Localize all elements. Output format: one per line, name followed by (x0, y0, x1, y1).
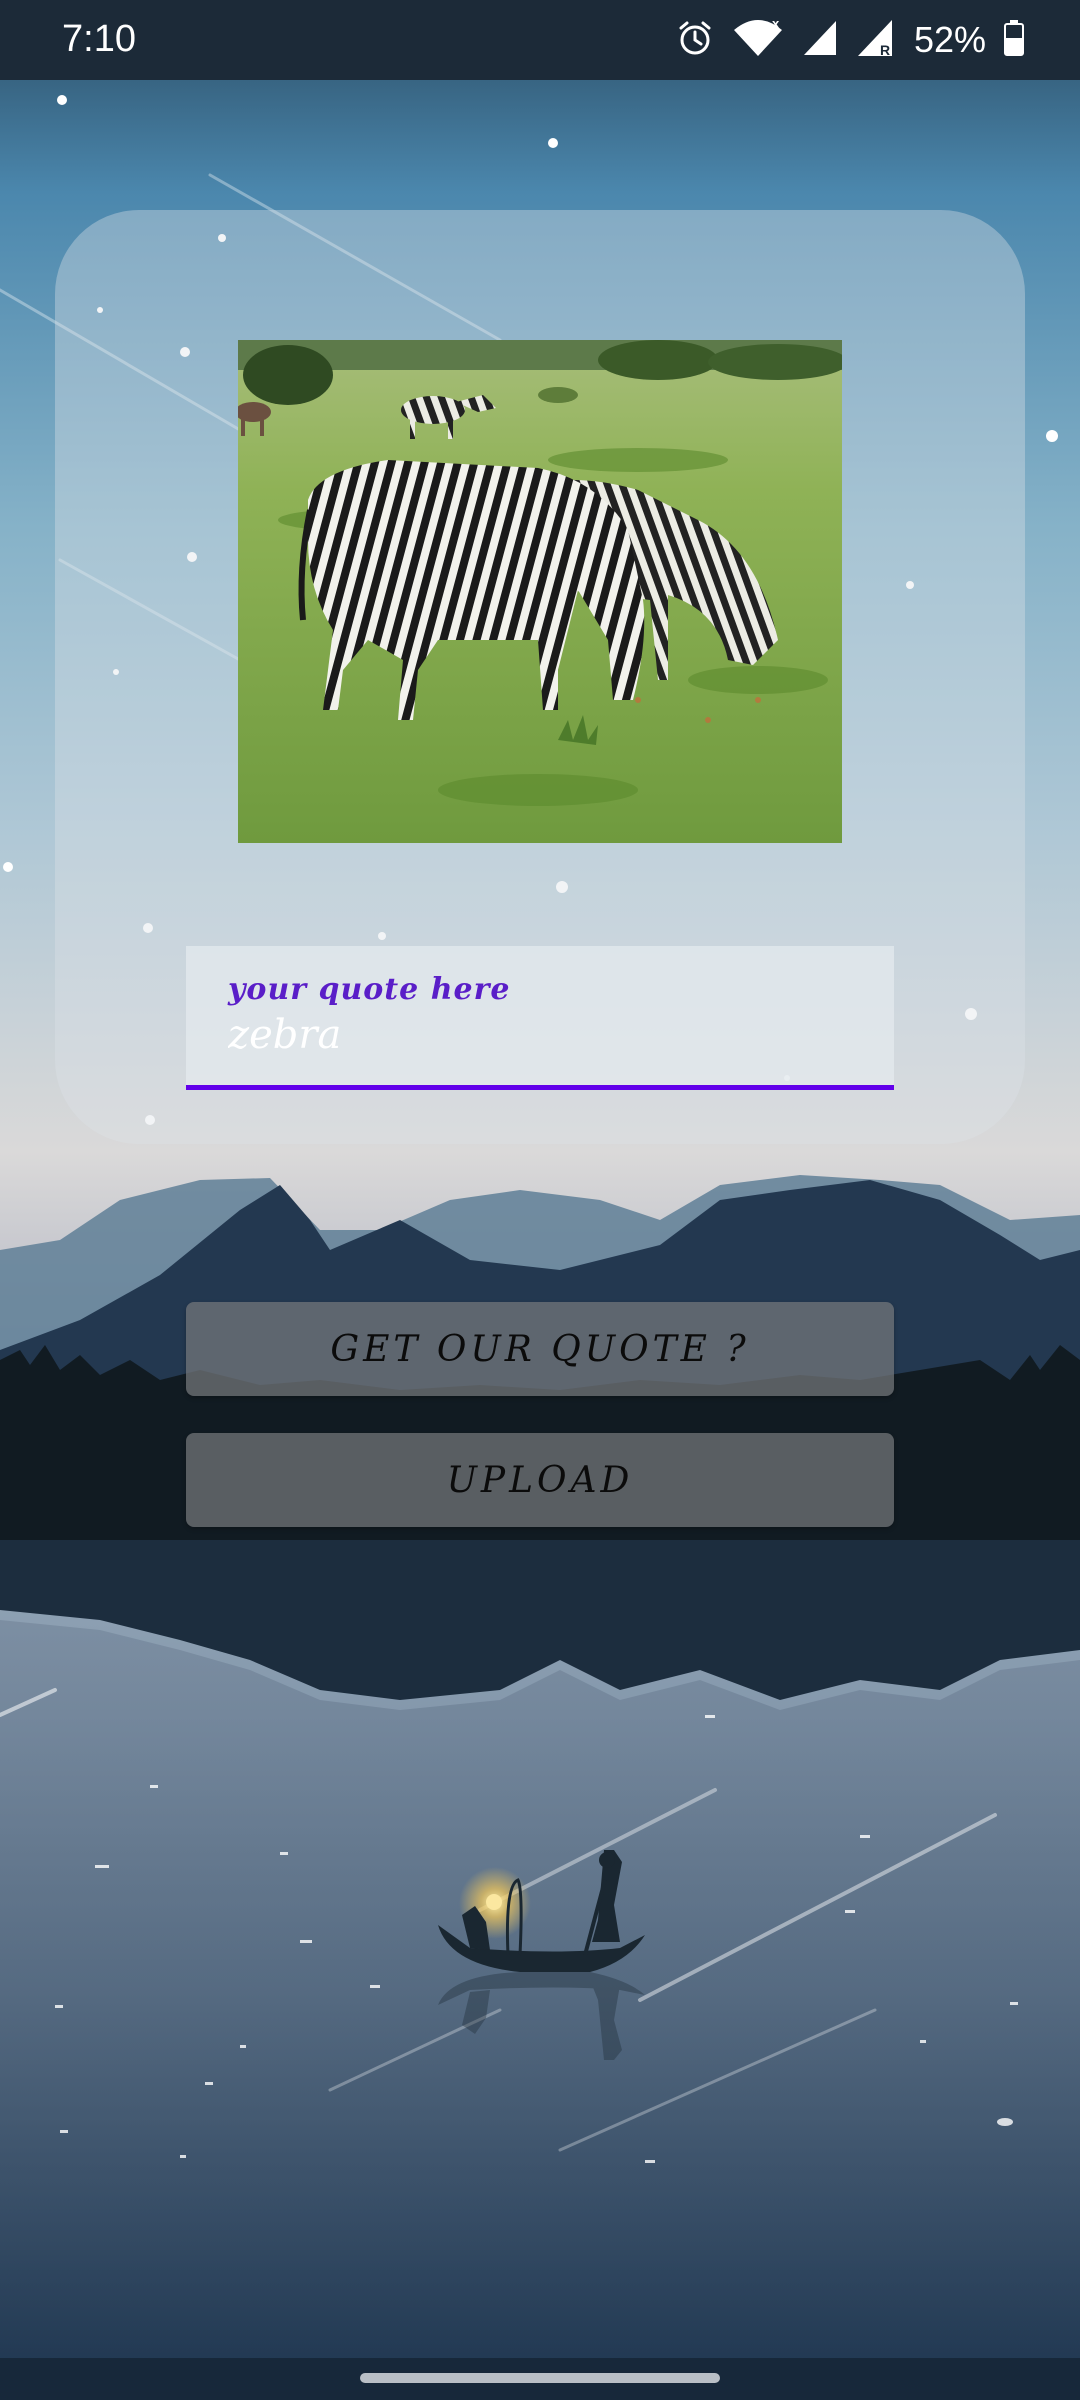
quote-field-label: your quote here (228, 972, 511, 1007)
status-time: 7:10 (62, 18, 136, 60)
get-quote-button[interactable]: GET OUR QUOTE ? (186, 1302, 894, 1396)
status-bar: 7:10 x R 52% (0, 0, 1080, 80)
alarm-icon (676, 19, 714, 61)
home-gesture-handle[interactable] (360, 2373, 720, 2383)
svg-text:R: R (880, 42, 890, 58)
battery-icon (1004, 20, 1024, 60)
quote-input[interactable] (228, 1012, 848, 1058)
svg-text:x: x (772, 18, 780, 31)
lake-water (0, 1620, 1080, 2358)
zebra-image (238, 340, 842, 843)
quote-text-field[interactable]: your quote here (186, 946, 894, 1090)
battery-percent: 52% (913, 19, 986, 60)
wifi-icon: x (732, 16, 784, 62)
signal-x-icon (802, 19, 838, 61)
status-icons: x R 52% (676, 14, 1024, 66)
signal-r-icon: R (856, 18, 896, 62)
navigation-bar (0, 2358, 1080, 2400)
upload-button[interactable]: UPLOAD (186, 1433, 894, 1527)
zebra-photo[interactable] (238, 340, 842, 843)
